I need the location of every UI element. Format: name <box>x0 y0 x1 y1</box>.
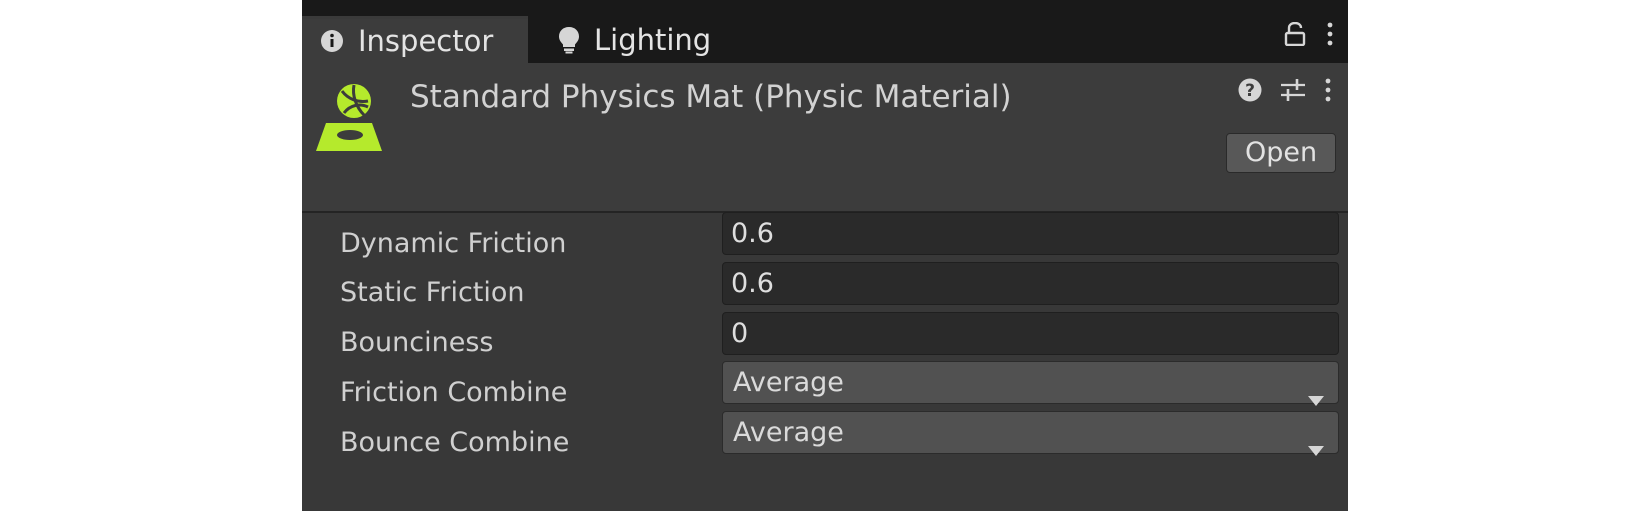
bounce-combine-value: Average <box>733 417 844 448</box>
lightbulb-icon <box>558 26 580 54</box>
open-button[interactable]: Open <box>1226 133 1336 173</box>
presets-icon[interactable] <box>1280 77 1306 107</box>
friction-combine-label: Friction Combine <box>340 377 568 408</box>
dynamic-friction-label: Dynamic Friction <box>340 228 567 259</box>
asset-header: Standard Physics Mat (Physic Material) ? <box>302 63 1348 211</box>
asset-title: Standard Physics Mat (Physic Material) <box>410 79 1012 115</box>
bounce-combine-label: Bounce Combine <box>340 427 570 458</box>
inspector-panel: Inspector Lighting Standard Physics Mat … <box>302 0 1348 511</box>
kebab-menu-icon[interactable] <box>1324 78 1332 106</box>
friction-combine-dropdown[interactable]: Average <box>722 361 1339 406</box>
bounciness-field[interactable]: 0 <box>722 312 1339 355</box>
kebab-menu-icon[interactable] <box>1326 22 1334 50</box>
svg-text:?: ? <box>1245 81 1255 101</box>
static-friction-label: Static Friction <box>340 277 525 308</box>
tab-lighting[interactable]: Lighting <box>528 16 888 63</box>
tab-inspector-label: Inspector <box>358 24 494 58</box>
dynamic-friction-field[interactable]: 0.6 <box>722 212 1339 255</box>
chevron-down-icon <box>1308 427 1324 468</box>
bounciness-label: Bounciness <box>340 327 494 358</box>
help-icon[interactable]: ? <box>1238 78 1262 106</box>
static-friction-field[interactable]: 0.6 <box>722 262 1339 305</box>
friction-combine-value: Average <box>733 367 844 398</box>
tab-bar: Inspector Lighting <box>302 0 1348 63</box>
lock-icon[interactable] <box>1284 21 1306 50</box>
tab-inspector[interactable]: Inspector <box>302 16 528 63</box>
physic-material-icon <box>314 83 386 159</box>
bounce-combine-dropdown[interactable]: Average <box>722 411 1339 456</box>
tab-lighting-label: Lighting <box>594 22 712 57</box>
info-icon <box>320 29 344 53</box>
